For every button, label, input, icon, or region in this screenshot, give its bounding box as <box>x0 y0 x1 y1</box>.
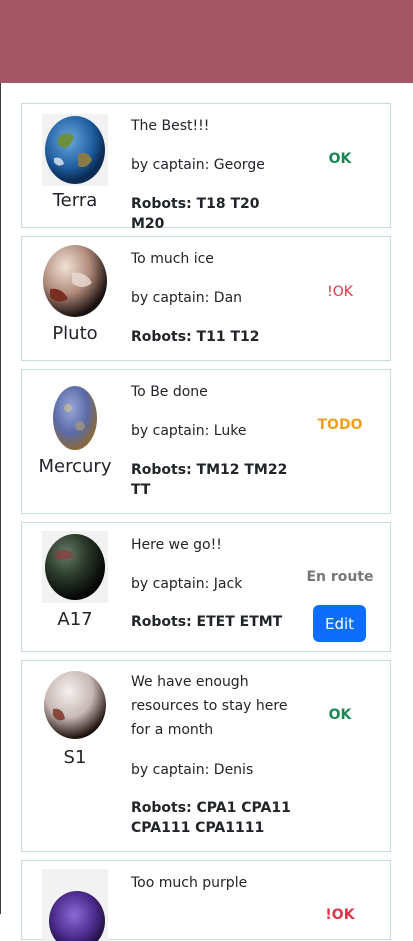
captain-name: by captain: Denis <box>131 762 254 778</box>
planet-name: A17 <box>57 609 93 630</box>
mission-card-mercury: Mercury To Be done by captain: Luke Robo… <box>21 369 391 514</box>
planet-name: Mercury <box>38 456 112 477</box>
mission-description: To much ice <box>131 251 214 267</box>
mission-card-partial: Too much purple !OK <box>21 860 391 941</box>
mission-card-pluto: Pluto To much ice by captain: Dan Robots… <box>21 236 391 361</box>
mercury-icon <box>42 382 108 454</box>
status-badge: !OK <box>325 907 355 923</box>
captain-name: by captain: George <box>131 157 265 173</box>
status-badge: OK <box>328 151 352 167</box>
planet-name: S1 <box>63 747 87 768</box>
status-badge: En route <box>306 569 374 585</box>
captain-name: by captain: Luke <box>131 423 247 439</box>
captain-name: by captain: Jack <box>131 576 243 592</box>
edit-button[interactable]: Edit <box>313 605 366 642</box>
mission-description: The Best!!! <box>131 118 210 134</box>
pluto-icon <box>42 245 108 317</box>
left-border <box>0 83 1 914</box>
mission-card-s1: S1 We have enough resources to stay here… <box>21 660 391 852</box>
mission-card-a17: A17 Here we go!! by captain: Jack Robots… <box>21 522 391 652</box>
planet-name: Terra <box>52 190 98 211</box>
robots-list: Robots: T18 T20 M20 <box>131 196 260 232</box>
status-badge: OK <box>328 707 352 723</box>
mission-description: We have enough resources to stay here fo… <box>131 674 288 738</box>
s1-planet-icon <box>42 669 108 741</box>
mission-description: To Be done <box>131 384 208 400</box>
status-badge: TODO <box>317 417 363 433</box>
robots-list: Robots: ETET ETMT <box>131 614 283 630</box>
robots-list: Robots: TM12 TM22 TT <box>131 462 288 498</box>
status-badge: !OK <box>327 284 353 300</box>
purple-planet-icon <box>42 869 108 941</box>
a17-planet-icon <box>42 531 108 603</box>
captain-name: by captain: Dan <box>131 290 243 306</box>
mission-description: Here we go!! <box>131 537 222 553</box>
earth-icon <box>42 114 108 186</box>
planet-name: Pluto <box>52 323 98 344</box>
mission-card-terra: Terra The Best!!! by captain: George Rob… <box>21 103 391 232</box>
robots-list: Robots: CPA1 CPA11 CPA111 CPA1111 <box>131 800 291 836</box>
robots-list: Robots: T11 T12 <box>131 329 260 345</box>
app-header <box>0 0 413 83</box>
mission-description: Too much purple <box>131 875 248 891</box>
